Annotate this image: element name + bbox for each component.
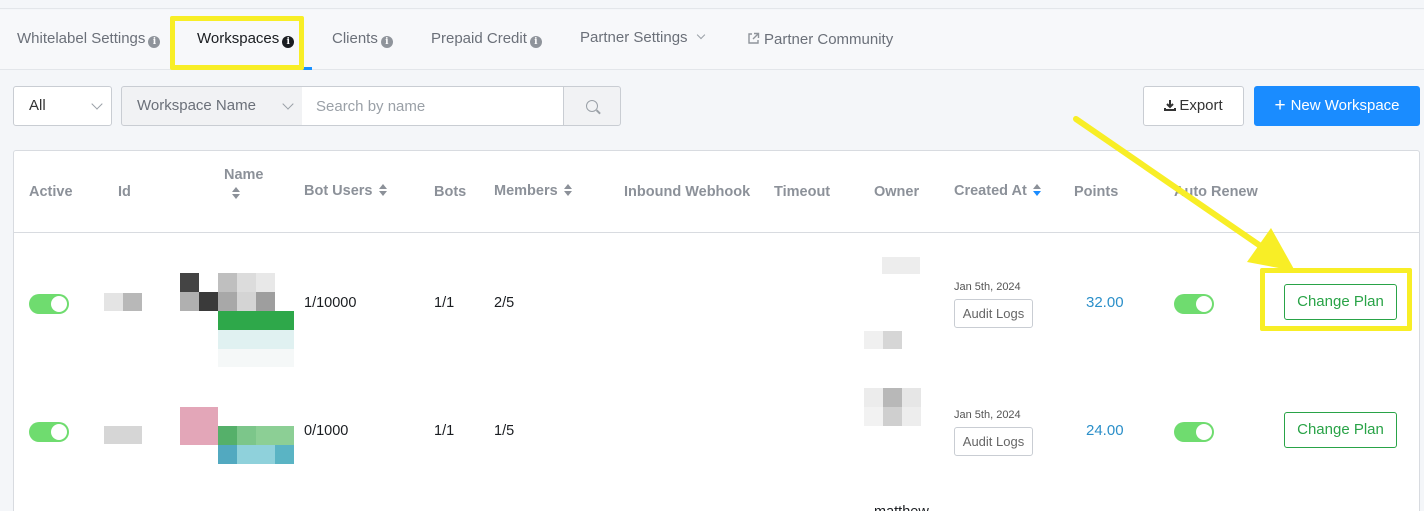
sort-icon: [232, 187, 241, 199]
search-icon: [586, 100, 598, 112]
redacted-owner: [864, 257, 922, 351]
redacted-name: [180, 273, 294, 369]
column-header-label: Name: [224, 167, 264, 183]
download-icon: [1164, 100, 1177, 111]
sort-icon: [378, 184, 388, 196]
bot-users-value: 0/1000: [304, 423, 349, 439]
top-strip: [0, 0, 1424, 9]
bot-users-value: 1/10000: [304, 295, 357, 311]
change-plan-button[interactable]: Change Plan: [1284, 284, 1397, 320]
workspace-table: Active Id Name Bot Users Bots Members In…: [13, 150, 1420, 511]
tab-label: Partner Community: [764, 31, 894, 48]
tab-label: Prepaid Credit: [431, 30, 527, 47]
export-button[interactable]: Export: [1143, 86, 1244, 126]
sort-icon: [563, 184, 573, 196]
search-input[interactable]: [302, 86, 564, 126]
bots-value: 1/1: [434, 423, 455, 439]
chevron-down-icon: [282, 98, 294, 110]
members-value: 1/5: [494, 423, 515, 439]
new-workspace-button[interactable]: + New Workspace: [1254, 86, 1420, 126]
info-icon: i: [380, 36, 393, 48]
redacted-id: [104, 293, 142, 311]
search-button[interactable]: [563, 86, 621, 126]
tab-clients[interactable]: Clients i: [332, 30, 393, 48]
points-value: 32.00: [1086, 294, 1124, 311]
created-at-value: Jan 5th, 2024: [954, 281, 1021, 293]
auto-renew-toggle[interactable]: [1174, 422, 1214, 442]
status-select-value: All: [29, 97, 46, 114]
tab-label: Partner Settings: [580, 29, 688, 46]
tab-label: Clients: [332, 30, 378, 47]
members-value: 2/5: [494, 295, 515, 311]
tab-workspaces[interactable]: Workspaces i: [197, 30, 295, 48]
column-header-label: Created At: [954, 183, 1027, 199]
bots-value: 1/1: [434, 295, 455, 311]
status-select[interactable]: All: [13, 86, 112, 126]
audit-logs-button[interactable]: Audit Logs: [954, 427, 1033, 456]
tab-bar: Whitelabel Settings i Workspaces i Clients…: [0, 10, 1424, 70]
auto-renew-toggle[interactable]: [1174, 294, 1214, 314]
active-toggle[interactable]: [29, 422, 69, 442]
column-header-created-at[interactable]: Created At: [954, 183, 1042, 199]
column-header-name[interactable]: Name: [224, 167, 264, 202]
info-icon: i: [148, 36, 161, 48]
change-plan-button[interactable]: Change Plan: [1284, 412, 1397, 448]
owner-value-partial: matthew: [874, 504, 929, 511]
column-header-active: Active: [29, 184, 73, 200]
column-header-bot-users[interactable]: Bot Users: [304, 183, 388, 199]
column-header-points: Points: [1074, 184, 1119, 200]
tab-label: Whitelabel Settings: [17, 30, 146, 47]
export-label: Export: [1179, 97, 1223, 114]
column-header-bots: Bots: [434, 184, 467, 200]
tab-partner-community[interactable]: Partner Community: [747, 31, 893, 48]
field-select[interactable]: Workspace Name: [121, 86, 303, 126]
field-select-value: Workspace Name: [137, 97, 256, 114]
tab-partner-settings[interactable]: Partner Settings: [580, 29, 705, 46]
active-tab-indicator: [176, 67, 312, 70]
tab-whitelabel-settings[interactable]: Whitelabel Settings i: [17, 30, 161, 48]
plus-icon: +: [1274, 95, 1286, 116]
column-header-inbound-webhook: Inbound Webhook: [624, 184, 751, 200]
column-header-label: Bot Users: [304, 183, 373, 199]
tab-prepaid-credit[interactable]: Prepaid Credit i: [431, 30, 542, 48]
points-value: 24.00: [1086, 422, 1124, 439]
external-link-icon: [748, 32, 760, 44]
column-header-owner: Owner: [874, 184, 920, 200]
created-at-value: Jan 5th, 2024: [954, 409, 1021, 421]
column-header-auto-renew: Auto Renew: [1174, 184, 1258, 200]
new-workspace-label: New Workspace: [1290, 97, 1400, 114]
redacted-id: [104, 426, 142, 444]
header-divider: [14, 232, 1419, 233]
redacted-name: [180, 407, 294, 464]
sort-desc-icon: [1032, 184, 1042, 196]
info-icon: i: [529, 36, 542, 48]
redacted-owner: [864, 388, 922, 445]
column-header-label: Members: [494, 183, 558, 199]
info-icon: i: [282, 36, 295, 48]
tab-label: Workspaces: [197, 30, 280, 47]
column-header-members[interactable]: Members: [494, 183, 573, 199]
column-header-timeout: Timeout: [774, 184, 831, 200]
active-toggle[interactable]: [29, 294, 69, 314]
chevron-down-icon: [91, 98, 103, 110]
audit-logs-button[interactable]: Audit Logs: [954, 299, 1033, 328]
chevron-down-icon: [696, 30, 705, 40]
column-header-id: Id: [118, 184, 131, 200]
